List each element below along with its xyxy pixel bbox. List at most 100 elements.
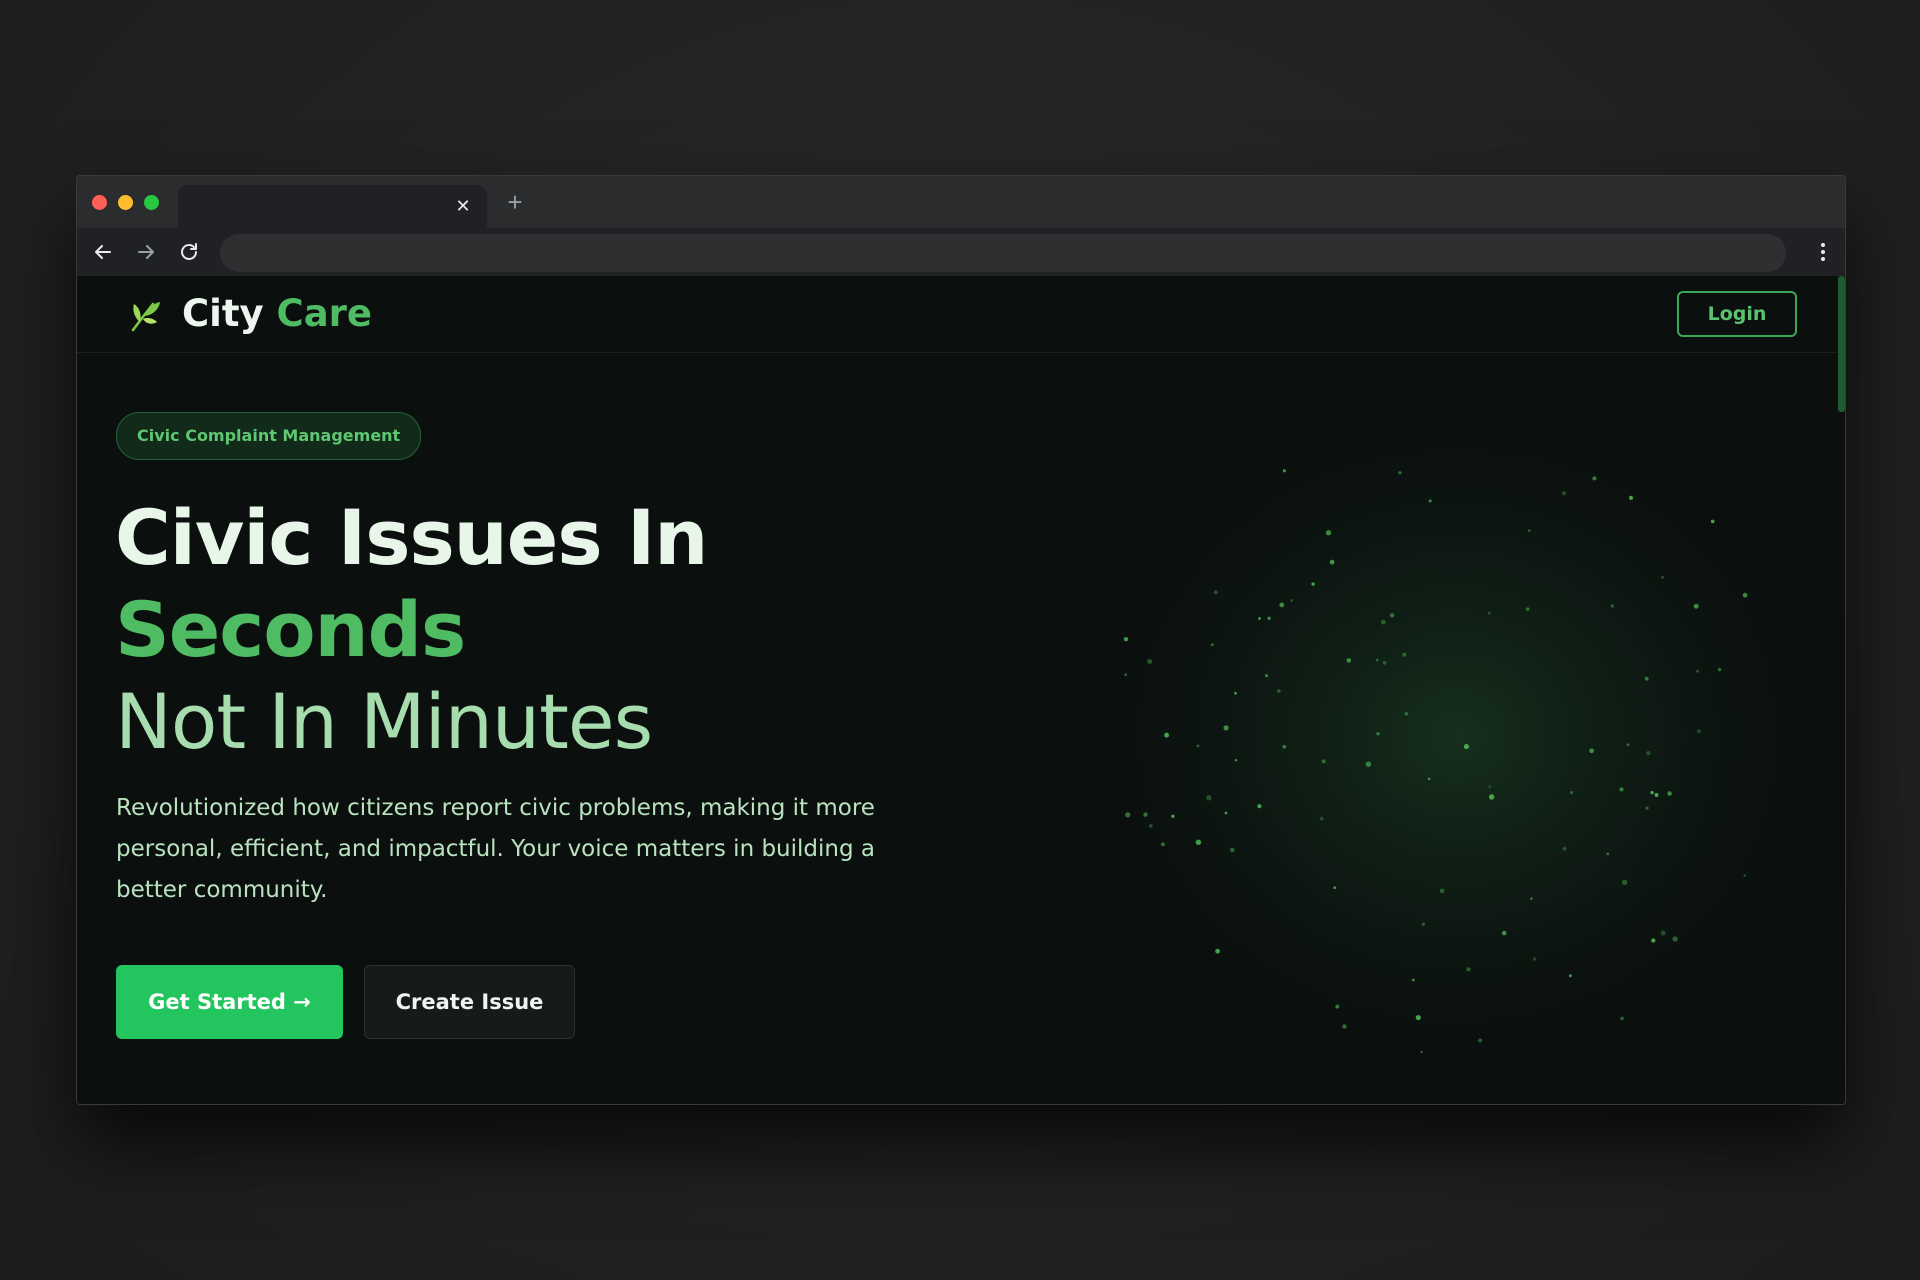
particle-dot	[1402, 652, 1407, 657]
particle-dot	[1329, 559, 1335, 565]
login-button[interactable]: Login	[1677, 291, 1797, 337]
particle-dot	[1568, 974, 1572, 978]
particle-dot	[1224, 811, 1228, 815]
particle-dot	[1123, 636, 1129, 642]
back-arrow-icon[interactable]	[91, 240, 115, 264]
particle-dot	[1148, 823, 1153, 828]
particle-dot	[1124, 673, 1128, 677]
reload-icon[interactable]	[177, 240, 201, 264]
plus-icon[interactable]: +	[502, 189, 528, 215]
close-icon[interactable]: ✕	[453, 196, 473, 216]
browser-window: ✕ + City Care Login Civic Complaint Mana…	[76, 175, 1846, 1105]
particle-dot	[1404, 712, 1409, 716]
particle-dot	[1621, 879, 1628, 886]
particle-dot	[1147, 658, 1153, 665]
particle-dot	[1696, 729, 1701, 734]
particle-dot	[1742, 592, 1748, 598]
particle-dot	[1143, 812, 1148, 817]
particle-dot	[1382, 661, 1387, 665]
particle-dot	[1282, 469, 1286, 473]
browser-tab[interactable]: ✕	[178, 185, 487, 228]
brand-name-city: City	[182, 292, 264, 335]
particle-dot	[1234, 758, 1238, 762]
particle-dot	[1693, 603, 1699, 609]
particle-dot	[1215, 948, 1221, 954]
create-issue-button[interactable]: Create Issue	[364, 965, 575, 1039]
particle-dot	[1527, 529, 1531, 532]
particle-dot	[1645, 806, 1649, 810]
tab-strip: ✕ +	[77, 176, 1845, 228]
particle-dot	[1321, 759, 1326, 764]
close-window-button[interactable]	[92, 195, 107, 210]
particle-dot	[1411, 978, 1415, 982]
particle-field	[1077, 396, 1837, 1076]
particle-dot	[1428, 499, 1432, 503]
particle-dot	[1650, 790, 1654, 795]
particle-dot	[1333, 886, 1337, 890]
particle-dot	[1628, 495, 1634, 501]
particle-dot	[1620, 1016, 1624, 1021]
particle-dot	[1610, 604, 1614, 608]
address-bar[interactable]	[220, 234, 1786, 272]
category-badge: Civic Complaint Management	[116, 412, 422, 460]
particle-dot	[1606, 852, 1610, 856]
particle-dot	[1279, 602, 1285, 608]
particle-dot	[1164, 732, 1170, 738]
particle-dot	[1415, 1015, 1421, 1021]
particle-dot	[1439, 888, 1445, 894]
page-scrollbar[interactable]	[1838, 276, 1845, 412]
particle-dot	[1282, 744, 1287, 749]
particle-dot	[1420, 1050, 1423, 1054]
particle-dot	[1421, 922, 1426, 927]
particle-dot	[1258, 617, 1261, 620]
headline-line-1: Civic Issues In	[115, 493, 708, 582]
particle-dot	[1717, 667, 1722, 672]
leaf-sprout-icon[interactable]	[123, 294, 163, 334]
glow-backdrop	[1077, 396, 1837, 1076]
particle-dot	[1667, 791, 1672, 796]
particle-dot	[1463, 744, 1469, 750]
particle-dot	[1390, 613, 1395, 618]
brand-name-care: Care	[276, 292, 373, 335]
headline-line-2: Seconds	[115, 585, 466, 674]
particle-dot	[1277, 689, 1281, 693]
particle-dot	[1489, 794, 1495, 800]
particle-dot	[1213, 590, 1218, 595]
particle-dot	[1210, 643, 1214, 647]
particle-dot	[1654, 793, 1659, 797]
minimize-window-button[interactable]	[118, 195, 133, 210]
particle-dot	[1661, 576, 1664, 579]
particle-dot	[1466, 967, 1471, 972]
particle-dot	[1196, 744, 1200, 748]
particle-dot	[1125, 812, 1131, 818]
brand-logo[interactable]: City Care	[182, 292, 372, 336]
particle-dot	[1267, 616, 1271, 620]
particle-dot	[1589, 748, 1594, 754]
particle-dot	[1398, 471, 1402, 475]
web-page: City Care Login Civic Complaint Manageme…	[77, 276, 1845, 1104]
headline-line-3: Not In Minutes	[115, 677, 653, 766]
particle-dot	[1375, 658, 1379, 662]
particle-dot	[1325, 530, 1332, 536]
particle-dot	[1290, 599, 1293, 602]
particle-dot	[1646, 751, 1651, 756]
particle-dot	[1195, 839, 1202, 845]
particle-dot	[1234, 691, 1237, 695]
particle-dot	[1592, 476, 1597, 481]
particle-dot	[1562, 846, 1567, 851]
forward-arrow-icon[interactable]	[134, 240, 158, 264]
particle-dot	[1342, 1024, 1347, 1029]
particle-dot	[1478, 1038, 1483, 1043]
particle-dot	[1206, 795, 1212, 801]
maximize-window-button[interactable]	[144, 195, 159, 210]
particle-dot	[1672, 936, 1678, 942]
particle-dot	[1487, 611, 1491, 615]
particle-dot	[1265, 674, 1268, 678]
get-started-button[interactable]: Get Started →	[116, 965, 343, 1039]
particle-dot	[1319, 816, 1324, 821]
particle-dot	[1381, 619, 1386, 625]
kebab-menu-icon[interactable]	[1819, 240, 1827, 264]
particle-dot	[1427, 777, 1431, 781]
particle-dot	[1696, 670, 1699, 673]
particle-dot	[1257, 804, 1262, 809]
